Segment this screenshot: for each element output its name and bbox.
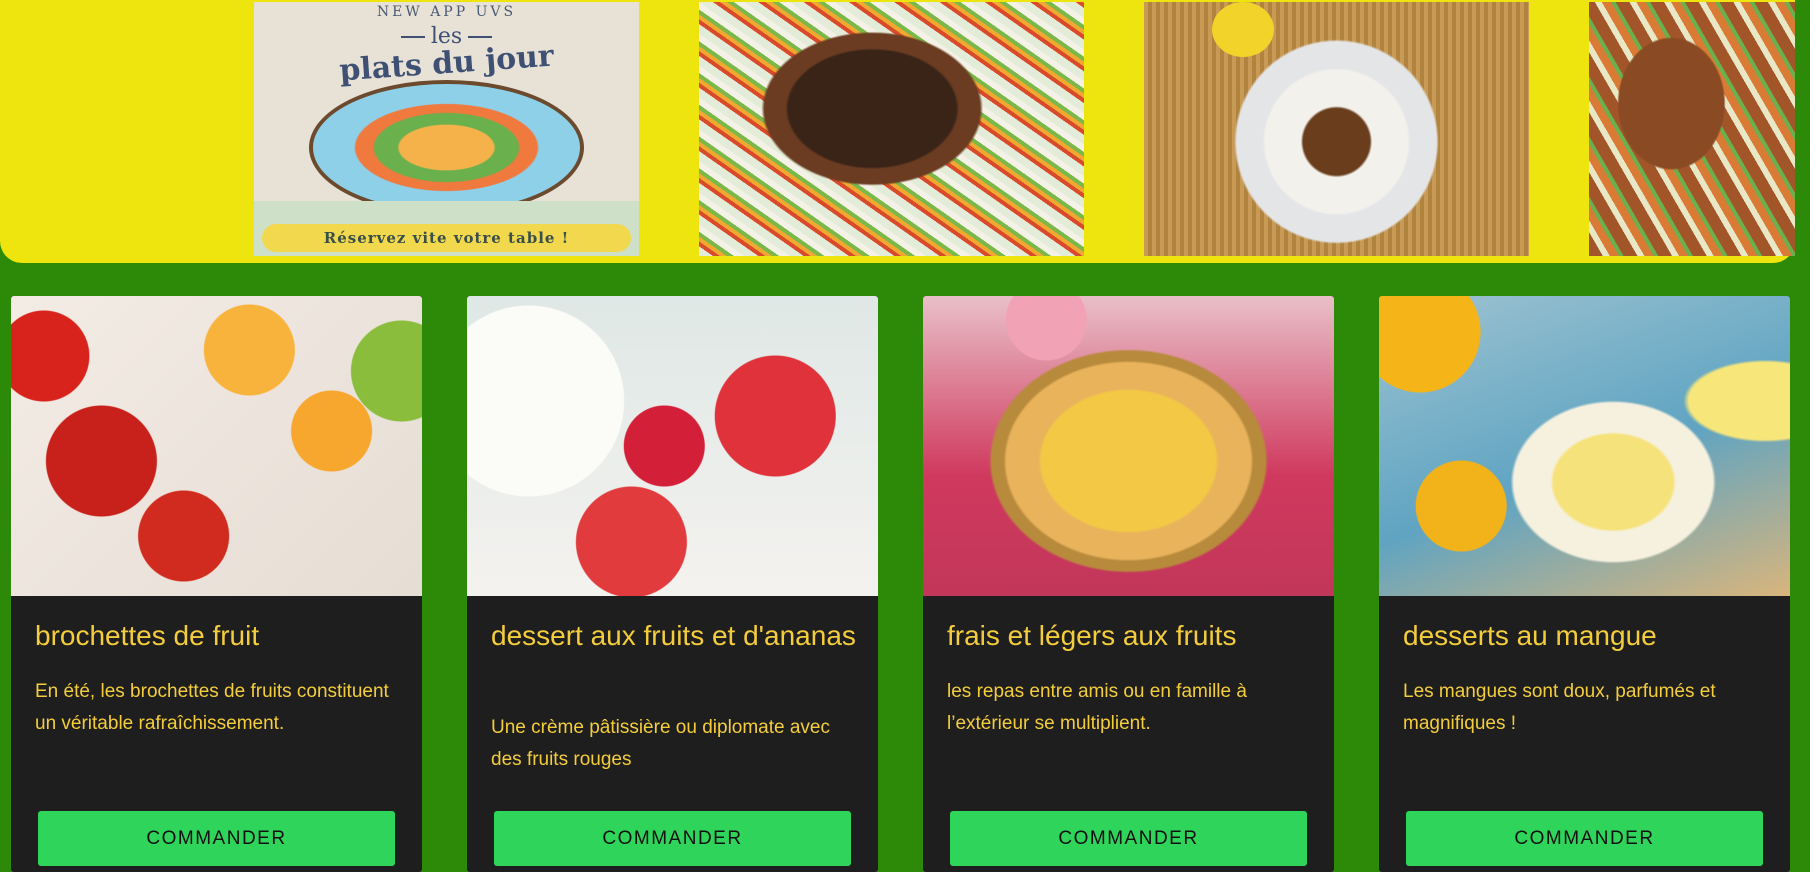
card-image-mango-dessert [1379, 296, 1790, 596]
carousel-image-lemon-duck[interactable] [1589, 2, 1795, 256]
card-title: brochettes de fruit [35, 620, 260, 651]
card-description: Les mangues sont doux, parfumés et magni… [1403, 681, 1716, 734]
dessert-card: brochettes de fruit En été, les brochett… [11, 296, 422, 872]
card-image-fruit-skewers [11, 296, 422, 596]
dessert-card: dessert aux fruits et d'ananas Une crème… [467, 296, 878, 872]
order-button[interactable]: COMMANDER [1406, 811, 1763, 866]
card-description: En été, les brochettes de fruits constit… [35, 681, 389, 734]
poster-cta: Réservez vite votre table ! [262, 224, 631, 252]
order-button[interactable]: COMMANDER [950, 811, 1307, 866]
card-description: Une crème pâtissière ou diplomate avec d… [491, 717, 831, 770]
poster-app-label: NEW APP UVS [376, 4, 517, 20]
card-image-fruit-tart [923, 296, 1334, 596]
card-image-fruit-cream [467, 296, 878, 596]
dishes-carousel: NEW APP UVS les plats du jour Réservez v… [0, 0, 1795, 263]
card-title: dessert aux fruits et d'ananas [491, 620, 856, 651]
promo-poster-image[interactable]: NEW APP UVS les plats du jour Réservez v… [254, 2, 639, 256]
poster-plate-image [309, 80, 584, 215]
order-button[interactable]: COMMANDER [38, 811, 395, 866]
carousel-image-chicken-rice[interactable] [1144, 2, 1529, 256]
dessert-card: desserts au mangue Les mangues sont doux… [1379, 296, 1790, 872]
dessert-card: frais et légers aux fruits les repas ent… [923, 296, 1334, 872]
card-title: frais et légers aux fruits [947, 620, 1237, 651]
card-title: desserts au mangue [1403, 620, 1657, 651]
carousel-image-roast-duck[interactable] [699, 2, 1084, 256]
card-description: les repas entre amis ou en famille à l’e… [947, 681, 1247, 734]
order-button[interactable]: COMMANDER [494, 811, 851, 866]
